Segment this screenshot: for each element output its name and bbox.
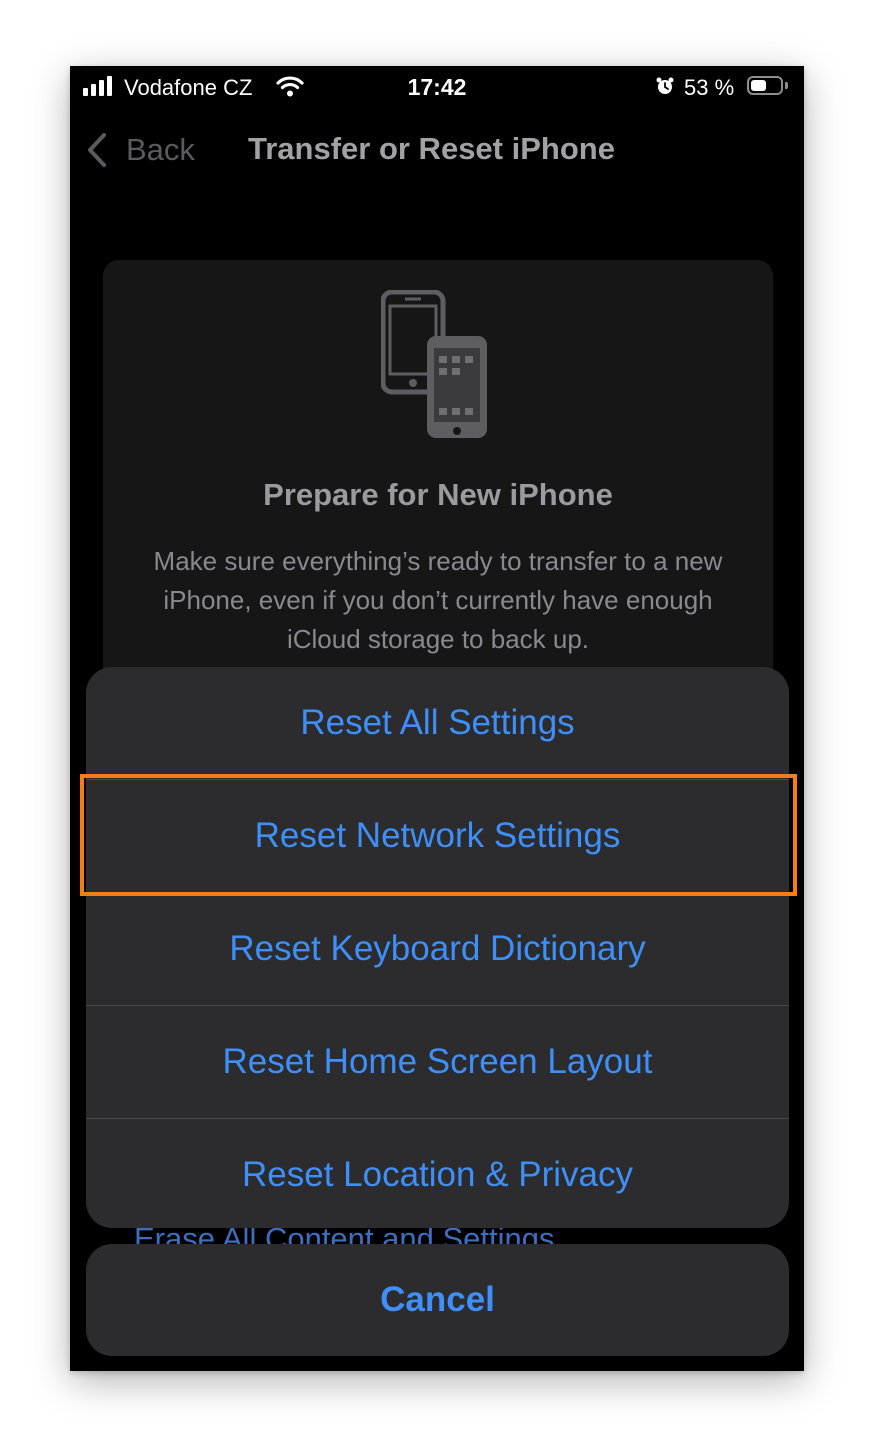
card-title: Prepare for New iPhone bbox=[263, 477, 613, 512]
battery-icon bbox=[747, 76, 783, 95]
cancel-button[interactable]: Cancel bbox=[86, 1244, 789, 1356]
battery-percent: 53 % bbox=[684, 75, 735, 100]
back-label: Back bbox=[126, 132, 195, 167]
navigation-bar: Back Transfer or Reset iPhone bbox=[70, 116, 804, 182]
card-description: Make sure everything’s ready to transfer… bbox=[153, 546, 723, 654]
reset-all-settings-button[interactable]: Reset All Settings bbox=[86, 667, 789, 779]
back-button[interactable]: Back bbox=[86, 130, 195, 170]
chevron-left-icon bbox=[88, 133, 106, 167]
status-bar: Vodafone CZ 17:42 53 % bbox=[70, 66, 804, 110]
reset-keyboard-dictionary-button[interactable]: Reset Keyboard Dictionary bbox=[86, 892, 789, 1005]
reset-action-sheet: Reset All Settings Reset Network Setting… bbox=[86, 667, 789, 1228]
reset-network-settings-button[interactable]: Reset Network Settings bbox=[86, 779, 789, 892]
alarm-icon bbox=[656, 77, 674, 94]
battery-level bbox=[751, 80, 766, 91]
page-title: Transfer or Reset iPhone bbox=[248, 131, 615, 166]
reset-location-privacy-button[interactable]: Reset Location & Privacy bbox=[86, 1118, 789, 1228]
battery-cap bbox=[785, 82, 788, 89]
reset-home-screen-layout-button[interactable]: Reset Home Screen Layout bbox=[86, 1005, 789, 1118]
two-phones-icon bbox=[381, 290, 487, 438]
phone-screen: Vodafone CZ 17:42 53 % Back Transfer or … bbox=[70, 66, 804, 1371]
